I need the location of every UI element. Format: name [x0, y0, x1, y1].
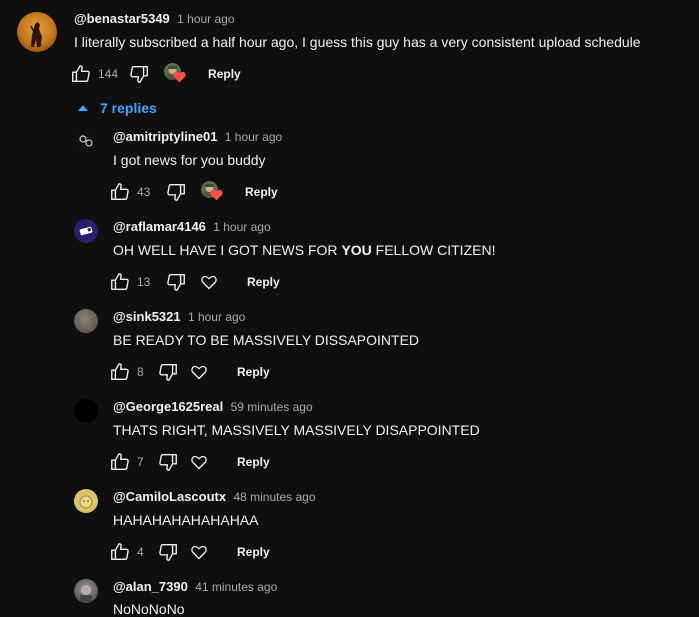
like-count: 7 [137, 455, 144, 469]
reply-button[interactable]: Reply [237, 545, 270, 559]
thumbs-down-icon [159, 363, 177, 381]
timestamp[interactable]: 1 hour ago [213, 220, 270, 234]
heart-button[interactable] [191, 455, 207, 470]
like-count: 4 [137, 545, 144, 559]
thumbs-up-icon [111, 363, 129, 381]
like-button[interactable] [109, 541, 131, 563]
comment-header: @alan_7390 41 minutes ago [113, 579, 277, 594]
reply-button[interactable]: Reply [247, 275, 280, 289]
author-handle[interactable]: @George1625real [113, 399, 223, 414]
heart-icon [210, 189, 223, 201]
comment-header: @raflamar4146 1 hour ago [113, 219, 271, 234]
heart-button[interactable] [191, 545, 207, 560]
comment-header: @sink5321 1 hour ago [113, 309, 245, 324]
thumbs-down-icon [159, 453, 177, 471]
like-button[interactable] [70, 63, 92, 85]
avatar[interactable] [74, 399, 98, 423]
avatar[interactable] [74, 219, 98, 243]
dislike-button[interactable] [128, 63, 150, 85]
avatar[interactable] [74, 309, 98, 333]
replies-toggle-button[interactable]: 7 replies [78, 100, 157, 116]
comment-header: @benastar5349 1 hour ago [74, 11, 235, 26]
like-count: 13 [137, 275, 151, 289]
heart-icon [173, 71, 186, 83]
author-handle[interactable]: @amitriptyline01 [113, 129, 217, 144]
avatar[interactable] [17, 12, 57, 52]
timestamp[interactable]: 1 hour ago [225, 130, 282, 144]
heart-outline-icon [201, 275, 217, 289]
text-segment: OH WELL HAVE I GOT NEWS FOR [113, 242, 342, 258]
timestamp[interactable]: 1 hour ago [188, 310, 245, 324]
timestamp[interactable]: 41 minutes ago [195, 580, 277, 594]
thumbs-down-icon [130, 65, 148, 83]
dislike-button[interactable] [165, 181, 187, 203]
like-count: 144 [98, 67, 119, 81]
timestamp[interactable]: 1 hour ago [177, 12, 234, 26]
dislike-button[interactable] [157, 451, 179, 473]
heart-button[interactable] [191, 365, 207, 380]
comment-text: I literally subscribed a half hour ago, … [74, 34, 641, 50]
heart-outline-icon [191, 455, 207, 469]
heart-outline-icon [191, 545, 207, 559]
thumbs-up-icon [111, 183, 129, 201]
like-button[interactable] [109, 181, 131, 203]
comment-actions: 8 Reply [109, 360, 270, 384]
thumbs-down-icon [167, 183, 185, 201]
author-handle[interactable]: @sink5321 [113, 309, 181, 324]
dislike-button[interactable] [157, 541, 179, 563]
author-handle[interactable]: @CamiloLascoutx [113, 489, 226, 504]
triangle-up-icon [78, 105, 88, 111]
creator-heart-icon[interactable] [164, 63, 188, 85]
reply-button[interactable]: Reply [245, 185, 278, 199]
comment-header: @George1625real 59 minutes ago [113, 399, 313, 414]
replies-count-label: 7 replies [100, 100, 157, 116]
author-handle[interactable]: @alan_7390 [113, 579, 188, 594]
like-button[interactable] [109, 271, 131, 293]
text-bold-segment: YOU [341, 242, 372, 258]
comment-text: THATS RIGHT, MASSIVELY MASSIVELY DISAPPO… [113, 422, 480, 438]
reply-button[interactable]: Reply [237, 455, 270, 469]
reply-button[interactable]: Reply [237, 365, 270, 379]
dislike-button[interactable] [165, 271, 187, 293]
comment-header: @CamiloLascoutx 48 minutes ago [113, 489, 316, 504]
comment-header: @amitriptyline01 1 hour ago [113, 129, 282, 144]
timestamp[interactable]: 48 minutes ago [233, 490, 315, 504]
author-handle[interactable]: @benastar5349 [74, 11, 170, 26]
thumbs-up-icon [111, 273, 129, 291]
reply-button[interactable]: Reply [208, 67, 241, 81]
avatar[interactable] [74, 489, 98, 513]
thumbs-up-icon [111, 453, 129, 471]
avatar[interactable] [74, 579, 98, 603]
thumbs-down-icon [159, 543, 177, 561]
comment-actions: 4 Reply [109, 540, 270, 564]
timestamp[interactable]: 59 minutes ago [231, 400, 313, 414]
dislike-button[interactable] [157, 361, 179, 383]
comment-text: I got news for you buddy [113, 152, 266, 168]
author-handle[interactable]: @raflamar4146 [113, 219, 206, 234]
avatar[interactable] [74, 129, 98, 153]
like-button[interactable] [109, 451, 131, 473]
text-segment: FELLOW CITIZEN! [371, 242, 496, 258]
comment-text: BE READY TO BE MASSIVELY DISSAPOINTED [113, 332, 420, 348]
thumbs-up-icon [111, 543, 129, 561]
like-count: 43 [137, 185, 151, 199]
like-button[interactable] [109, 361, 131, 383]
comment-actions: 144 Reply [70, 62, 241, 86]
comment-actions: 13 Reply [109, 270, 280, 294]
heart-outline-icon [191, 365, 207, 379]
comment-actions: 43 Reply [109, 180, 278, 204]
thumbs-up-icon [72, 65, 90, 83]
comment-text: OH WELL HAVE I GOT NEWS FOR YOU FELLOW C… [113, 242, 495, 258]
thumbs-down-icon [167, 273, 185, 291]
creator-heart-icon[interactable] [201, 181, 225, 203]
heart-button[interactable] [201, 275, 217, 290]
like-count: 8 [137, 365, 144, 379]
comment-text: HAHAHAHAHAHAHAA [113, 512, 259, 528]
comment-actions: 7 Reply [109, 450, 270, 474]
